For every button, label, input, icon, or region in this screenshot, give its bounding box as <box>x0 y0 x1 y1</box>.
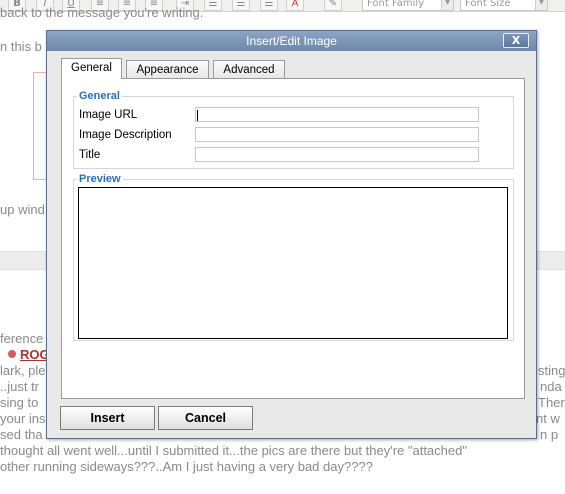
image-description-input[interactable] <box>195 127 479 142</box>
chevron-down-icon: ▼ <box>535 0 547 10</box>
insert-button[interactable]: Insert <box>60 406 155 430</box>
bg-text-line: thought all went well...until I submitte… <box>0 443 467 458</box>
bg-text-line: sing to <box>0 395 39 410</box>
bg-text-line: ..just tr <box>0 379 40 394</box>
bg-text-line: n this b <box>0 39 42 54</box>
text-color-icon[interactable]: A <box>286 0 304 11</box>
image-preview <box>78 187 508 339</box>
text-caret <box>197 110 198 121</box>
image-url-label: Image URL <box>79 109 138 121</box>
font-family-label: Font Family <box>367 0 425 9</box>
chevron-down-icon: ▼ <box>441 0 453 10</box>
preview-fieldset: Preview <box>73 173 514 341</box>
bg-text-line: sed tha <box>0 427 43 442</box>
dialog-title: Insert/Edit Image <box>246 34 337 48</box>
font-family-select[interactable]: Font Family ▼ <box>362 0 454 11</box>
bg-text-line: lark, ple <box>0 363 46 378</box>
general-fieldset: General Image URL Image Description Titl… <box>73 90 514 169</box>
dialog-titlebar[interactable]: Insert/Edit Image <box>47 31 536 51</box>
bg-text-line: sting <box>538 363 565 378</box>
tab-appearance[interactable]: Appearance <box>126 60 209 79</box>
cancel-button[interactable]: Cancel <box>158 406 253 430</box>
bg-text-line: Ther <box>538 395 565 410</box>
bg-text-line: other running sideways???..Am I just hav… <box>0 459 373 474</box>
bg-text-line: ference <box>0 331 44 346</box>
image-description-label: Image Description <box>79 129 172 141</box>
list-icon[interactable]: ☰ <box>204 0 222 11</box>
numbered-list-icon[interactable]: ☰ <box>260 0 278 11</box>
close-icon: X <box>511 34 521 47</box>
font-size-label: Font Size <box>465 0 511 9</box>
bg-text-line: your ins <box>0 411 46 426</box>
insert-image-dialog: Insert/Edit Image X General Appearance A… <box>46 30 537 439</box>
tab-general[interactable]: General <box>61 58 122 79</box>
font-size-select[interactable]: Font Size ▼ <box>460 0 548 11</box>
close-button[interactable]: X <box>503 33 529 48</box>
image-url-input[interactable] <box>195 107 479 122</box>
general-panel: General Image URL Image Description Titl… <box>61 78 525 399</box>
status-dot-icon <box>8 350 16 358</box>
bg-text-line: back to the message you're writing. <box>0 5 204 20</box>
bg-text-line: nt w <box>536 411 560 426</box>
title-input[interactable] <box>195 147 479 162</box>
highlight-icon[interactable]: ✎ <box>324 0 342 11</box>
bg-text-line: n p <box>540 427 559 442</box>
general-legend: General <box>77 90 122 102</box>
bg-text-line: nda <box>540 379 562 394</box>
title-label: Title <box>79 149 101 161</box>
bullet-list-icon[interactable]: ☰ <box>232 0 250 11</box>
bg-text-line: up wind <box>0 202 45 217</box>
tab-advanced[interactable]: Advanced <box>213 60 285 79</box>
preview-legend: Preview <box>77 173 123 185</box>
